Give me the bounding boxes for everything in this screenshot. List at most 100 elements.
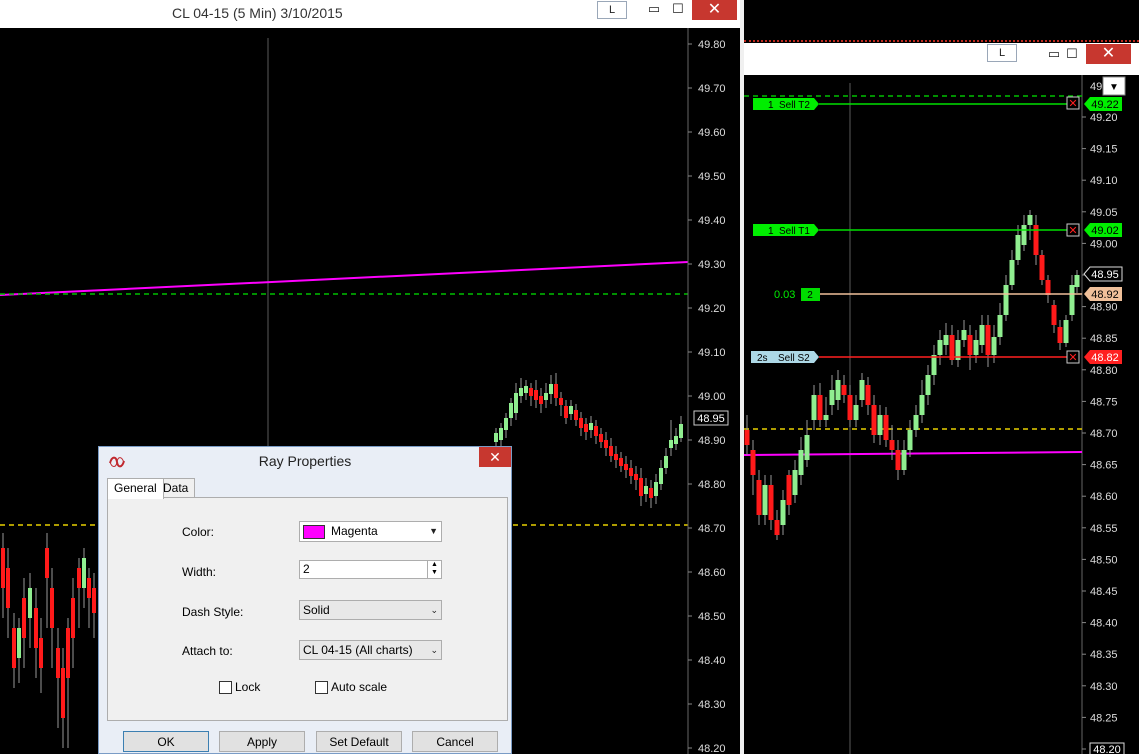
background-red-dotted-line: [744, 40, 1139, 42]
left-axis-tick-label: 49.10: [698, 347, 726, 359]
left-axis-tick-label: 48.90: [698, 435, 726, 447]
candle-body: [997, 315, 1003, 337]
candle-body: [45, 548, 49, 578]
lock-checkbox[interactable]: [219, 681, 232, 694]
candle-body: [895, 450, 901, 470]
left-axis-tick-label: 48.40: [698, 655, 726, 667]
right-minimize-button[interactable]: ▭: [1044, 45, 1064, 63]
candle-body: [979, 325, 985, 345]
right-title-bar[interactable]: L ▭ ☐ ✕: [744, 43, 1139, 75]
right-axis-tick-label: 48.75: [1090, 396, 1118, 408]
candle-body: [1069, 285, 1075, 315]
candle-body: [17, 628, 21, 658]
width-input[interactable]: 2 ▲ ▼: [299, 560, 442, 579]
attach-to-value: CL 04-15 (All charts): [303, 643, 413, 657]
candle-body: [937, 340, 943, 355]
left-axis-tick-label: 49.70: [698, 83, 726, 95]
candle-body: [1051, 305, 1057, 325]
apply-button[interactable]: Apply: [219, 731, 305, 752]
left-axis-tick-label: 49.40: [698, 215, 726, 227]
right-chart-svg: 49.20 49.15 49.10 49.05 49.00 48.95 48.90 48.85…: [744, 75, 1126, 754]
sell-t1-qty: 1: [768, 226, 774, 237]
svg-text:✕: ✕: [1068, 225, 1077, 237]
candle-body: [1003, 285, 1009, 315]
left-axis-tick-label: 49.20: [698, 303, 726, 315]
candle-body: [835, 380, 841, 400]
candle-body: [762, 485, 768, 515]
candle-body: [744, 430, 750, 445]
ray-properties-dialog: Ray Properties ✕ General Data Color: Mag…: [98, 446, 512, 754]
set-default-button[interactable]: Set Default: [316, 731, 402, 752]
candle-body: [901, 450, 907, 470]
left-axis-tick-label: 49.00: [698, 391, 726, 403]
candle-body: [514, 393, 518, 413]
candle-body: [792, 470, 798, 495]
right-chart-plot[interactable]: 49.20 49.15 49.10 49.05 49.00 48.95 48.90 48.85…: [744, 75, 1139, 754]
candle-body: [504, 418, 508, 430]
right-last-price: 48.95: [1091, 269, 1119, 281]
width-value: 2: [303, 562, 310, 576]
right-axis-tick-label: 48.45: [1090, 586, 1118, 598]
candle-body: [925, 375, 931, 395]
chevron-down-icon: ▼: [1109, 82, 1119, 93]
candle-body: [973, 340, 979, 355]
sell-s2-qty: 2s: [757, 353, 768, 364]
candle-body: [564, 406, 568, 418]
left-axis-tick-label: 49.50: [698, 171, 726, 183]
dash-style-select[interactable]: Solid ⌄: [299, 600, 442, 620]
width-stepper[interactable]: ▲ ▼: [427, 561, 441, 578]
candle-body: [669, 440, 673, 448]
candle-body: [544, 393, 548, 400]
color-select[interactable]: Magenta ▼: [299, 521, 442, 542]
dialog-title-bar[interactable]: Ray Properties ✕: [99, 447, 511, 477]
sell-t1-label: Sell T1: [779, 226, 810, 237]
magenta-ray[interactable]: [0, 261, 689, 296]
sell-t1-price: 49.02: [1091, 225, 1119, 237]
left-maximize-button[interactable]: ☐: [668, 0, 688, 18]
right-axis-tick-label: 49.00: [1090, 238, 1118, 250]
left-axis-tick-label: 48.20: [698, 743, 726, 754]
candle-body: [92, 588, 96, 613]
candle-body: [659, 468, 663, 484]
candle-body: [82, 558, 86, 588]
candle-body: [604, 440, 608, 448]
left-axis-tick-label: 48.50: [698, 611, 726, 623]
right-maximize-button[interactable]: ☐: [1062, 45, 1082, 63]
auto-scale-label: Auto scale: [331, 680, 388, 694]
cancel-button[interactable]: Cancel: [412, 731, 498, 752]
candle-body: [877, 415, 883, 435]
background-window-strip: [744, 0, 1139, 42]
candle-body: [644, 486, 648, 494]
candle-body: [619, 458, 623, 466]
left-title-bar[interactable]: CL 04-15 (5 Min) 3/10/2015 L ▭ ☐ ✕: [0, 0, 740, 28]
candle-body: [750, 450, 756, 475]
sell-t2-qty: 1: [768, 100, 774, 111]
candle-body: [756, 480, 762, 515]
candle-body: [913, 415, 919, 430]
candle-body: [1039, 255, 1045, 280]
left-axis-tick-label: 48.70: [698, 523, 726, 535]
chevron-down-icon: ⌄: [430, 645, 438, 655]
candle-body: [609, 446, 613, 456]
right-axis-tick-label: 48.80: [1090, 365, 1118, 377]
candle-body: [841, 385, 847, 395]
ok-button[interactable]: OK: [123, 731, 209, 752]
left-minimize-button[interactable]: ▭: [644, 0, 664, 18]
right-close-button[interactable]: ✕: [1086, 44, 1131, 64]
candle-body: [1021, 225, 1027, 245]
left-lock-button[interactable]: L: [597, 1, 627, 19]
candle-body: [77, 568, 81, 588]
candle-body: [624, 464, 628, 470]
candle-body: [774, 520, 780, 535]
tab-general[interactable]: General: [107, 478, 164, 499]
right-bottom-price: 48.20: [1093, 744, 1121, 754]
right-lock-button[interactable]: L: [987, 44, 1017, 62]
dialog-close-button[interactable]: ✕: [479, 447, 511, 467]
auto-scale-checkbox[interactable]: [315, 681, 328, 694]
candle-body: [71, 598, 75, 638]
left-close-button[interactable]: ✕: [692, 0, 737, 20]
general-panel: Color: Magenta ▼ Width: 2 ▲ ▼ Dash Style:…: [107, 497, 508, 721]
candle-body: [919, 395, 925, 415]
color-label: Color:: [182, 525, 215, 539]
attach-to-select[interactable]: CL 04-15 (All charts) ⌄: [299, 640, 442, 660]
